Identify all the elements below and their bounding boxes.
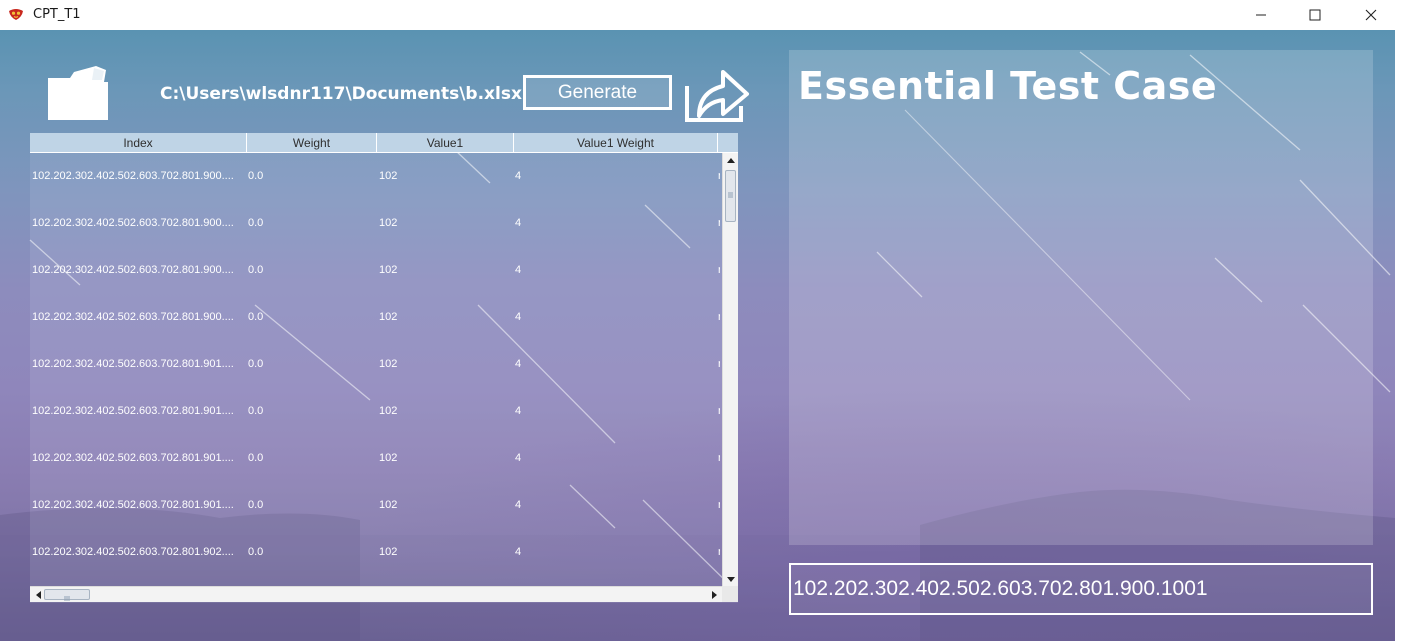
cell-weight: 0.0	[248, 358, 264, 370]
app-logo-icon	[9, 9, 23, 20]
cell-index: 102.202.302.402.502.603.702.801.900....	[32, 170, 234, 182]
cell-index: 102.202.302.402.502.603.702.801.902....	[32, 546, 234, 558]
window-title: CPT_T1	[33, 7, 81, 22]
horizontal-scrollbar[interactable]	[30, 586, 722, 602]
triangle-left-icon	[35, 590, 41, 599]
cell-value1: 102	[379, 405, 398, 417]
cell-value1: 102	[379, 546, 398, 558]
minimize-button[interactable]	[1238, 0, 1284, 30]
main-content: C:\Users\wlsdnr117\Documents\b.xlsx Gene…	[0, 30, 1395, 641]
cell-weight: 0.0	[248, 170, 264, 182]
scroll-down-button[interactable]	[723, 572, 738, 586]
cell-overflow: r	[718, 358, 720, 370]
cell-weight: 0.0	[248, 405, 264, 417]
cell-value1-weight: 4	[515, 546, 522, 558]
cell-value1-weight: 4	[515, 405, 522, 417]
cell-value1: 102	[379, 170, 398, 182]
scroll-up-button[interactable]	[723, 153, 738, 167]
table-row[interactable]: 102.202.302.402.502.603.702.801.900.... …	[30, 200, 720, 247]
cell-value1: 102	[379, 264, 398, 276]
vertical-scroll-thumb[interactable]	[725, 170, 736, 222]
triangle-up-icon	[726, 157, 735, 163]
table-row[interactable]: 102.202.302.402.502.603.702.801.900.... …	[30, 294, 720, 341]
cell-weight: 0.0	[248, 217, 264, 229]
table-row[interactable]: 102.202.302.402.502.603.702.801.901.... …	[30, 388, 720, 435]
cell-overflow: r	[718, 452, 720, 464]
cell-value1-weight: 4	[515, 452, 522, 464]
cell-index: 102.202.302.402.502.603.702.801.901....	[32, 499, 234, 511]
cell-value1-weight: 4	[515, 217, 522, 229]
cell-value1: 102	[379, 311, 398, 323]
triangle-right-icon	[711, 590, 717, 599]
cell-value1-weight: 4	[515, 311, 522, 323]
column-header-extra[interactable]	[718, 133, 738, 153]
cell-weight: 0.0	[248, 499, 264, 511]
cell-index: 102.202.302.402.502.603.702.801.901....	[32, 405, 234, 417]
column-header-index[interactable]: Index	[30, 133, 247, 153]
cell-weight: 0.0	[248, 264, 264, 276]
close-button[interactable]	[1348, 0, 1394, 30]
table-row[interactable]: 102.202.302.402.502.603.702.801.900.... …	[30, 153, 720, 200]
cell-overflow: r	[718, 405, 720, 417]
cell-value1-weight: 4	[515, 170, 522, 182]
file-path-label: C:\Users\wlsdnr117\Documents\b.xlsx	[160, 84, 522, 104]
column-header-weight[interactable]: Weight	[247, 133, 377, 153]
cell-index: 102.202.302.402.502.603.702.801.900....	[32, 264, 234, 276]
scrollbar-corner	[722, 586, 738, 602]
scroll-left-button[interactable]	[31, 587, 45, 602]
table-header: Index Weight Value1 Value1 Weight	[30, 133, 738, 153]
cell-value1-weight: 4	[515, 264, 522, 276]
title-bar: CPT_T1	[0, 0, 1402, 30]
cell-weight: 0.0	[248, 452, 264, 464]
cell-value1: 102	[379, 358, 398, 370]
cell-index: 102.202.302.402.502.603.702.801.900....	[32, 311, 234, 323]
cell-value1: 102	[379, 452, 398, 464]
export-share-icon[interactable]	[683, 62, 753, 124]
generate-button[interactable]: Generate	[523, 75, 672, 110]
column-header-value1[interactable]: Value1	[377, 133, 514, 153]
cell-value1-weight: 4	[515, 499, 522, 511]
triangle-down-icon	[726, 576, 735, 582]
cell-index: 102.202.302.402.502.603.702.801.901....	[32, 358, 234, 370]
table-body: 102.202.302.402.502.603.702.801.900.... …	[30, 153, 720, 603]
cell-overflow: r	[718, 499, 720, 511]
folder-open-icon[interactable]	[44, 62, 112, 124]
table-row[interactable]: 102.202.302.402.502.603.702.801.902.... …	[30, 529, 720, 576]
cell-overflow: r	[718, 264, 720, 276]
test-case-table: Index Weight Value1 Value1 Weight 102.20…	[30, 133, 738, 603]
result-value-field[interactable]: 102.202.302.402.502.603.702.801.900.1001	[789, 563, 1373, 615]
cell-value1-weight: 4	[515, 358, 522, 370]
maximize-icon	[1309, 9, 1321, 21]
close-icon	[1365, 9, 1377, 21]
table-row[interactable]: 102.202.302.402.502.603.702.801.901.... …	[30, 482, 720, 529]
table-row[interactable]: 102.202.302.402.502.603.702.801.901.... …	[30, 341, 720, 388]
column-header-value1-weight[interactable]: Value1 Weight	[514, 133, 718, 153]
cell-overflow: r	[718, 170, 720, 182]
essential-test-case-panel: Essential Test Case	[789, 50, 1373, 545]
cell-weight: 0.0	[248, 546, 264, 558]
grip-icon	[728, 192, 733, 198]
cell-weight: 0.0	[248, 311, 264, 323]
cell-index: 102.202.302.402.502.603.702.801.901....	[32, 452, 234, 464]
scroll-right-button[interactable]	[707, 587, 721, 602]
table-row[interactable]: 102.202.302.402.502.603.702.801.901.... …	[30, 435, 720, 482]
grip-icon	[64, 596, 70, 601]
cell-value1: 102	[379, 217, 398, 229]
horizontal-scroll-thumb[interactable]	[44, 589, 90, 601]
minimize-icon	[1256, 14, 1266, 16]
cell-value1: 102	[379, 499, 398, 511]
table-row[interactable]: 102.202.302.402.502.603.702.801.900.... …	[30, 247, 720, 294]
cell-overflow: r	[718, 217, 720, 229]
essential-test-case-title: Essential Test Case	[798, 64, 1218, 108]
cell-index: 102.202.302.402.502.603.702.801.900....	[32, 217, 234, 229]
cell-overflow: r	[718, 546, 720, 558]
vertical-scrollbar[interactable]	[722, 153, 738, 586]
cell-overflow: r	[718, 311, 720, 323]
maximize-button[interactable]	[1292, 0, 1338, 30]
